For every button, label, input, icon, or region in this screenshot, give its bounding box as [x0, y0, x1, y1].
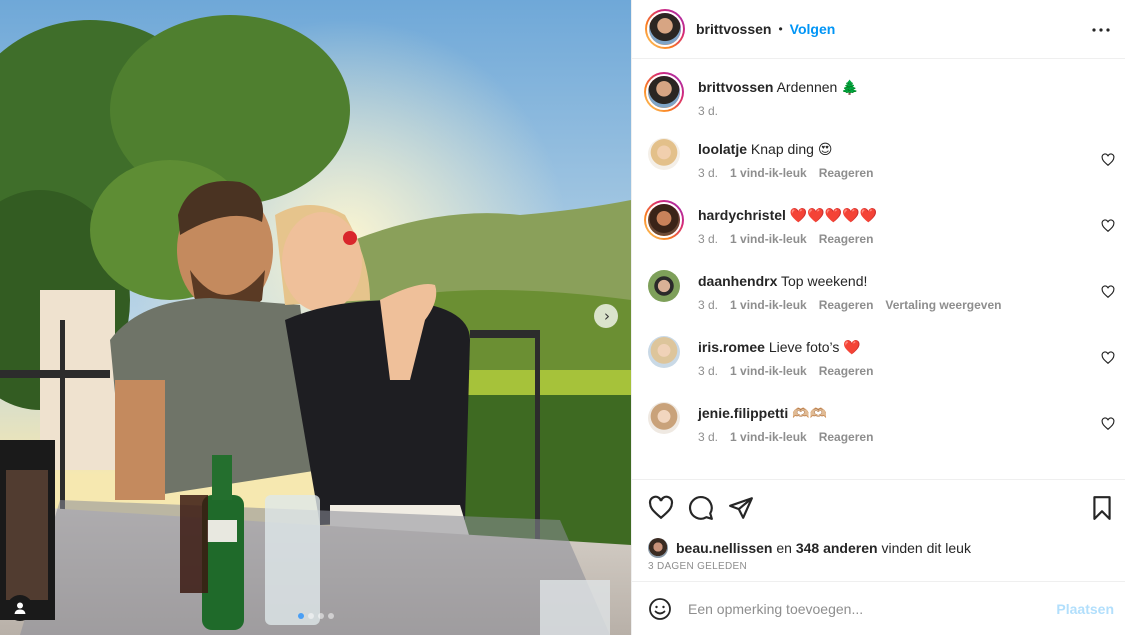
post-sidebar: brittvossen • Volgen brittvossen Ardenne…: [631, 0, 1125, 635]
comment-text: 🫶🏼🫶🏼: [792, 405, 827, 421]
comment-age: 3 d.: [698, 430, 719, 444]
commenter-avatar[interactable]: [648, 402, 680, 434]
comment-username[interactable]: loolatje: [698, 141, 747, 157]
comment-text: Lieve foto’s ❤️: [768, 339, 861, 355]
share-send-icon[interactable]: [728, 495, 754, 521]
post-caption: brittvossen Ardennen 🌲 3 d.: [632, 71, 1125, 133]
commenter-avatar[interactable]: [648, 138, 680, 170]
heart-icon[interactable]: [1101, 351, 1115, 365]
separator-dot: •: [778, 22, 783, 36]
follow-button[interactable]: Volgen: [790, 21, 836, 37]
chevron-right-icon: ›: [604, 306, 610, 325]
reply-button[interactable]: Reageren: [819, 166, 874, 180]
comment-text: Knap ding 😍: [750, 141, 833, 157]
reply-button[interactable]: Reageren: [819, 430, 874, 444]
commenter-avatar[interactable]: [648, 336, 680, 368]
heart-icon[interactable]: [1101, 285, 1115, 299]
next-slide-button[interactable]: ›: [594, 304, 618, 328]
commenter-avatar[interactable]: [648, 270, 680, 302]
carousel-dot: [297, 613, 304, 619]
carousel-dot: [317, 613, 324, 619]
comment-item: daanhendrx Top weekend! 3 d. 1 vind-ik-l…: [632, 265, 1125, 331]
caption-age: 3 d.: [698, 104, 719, 118]
like-heart-icon[interactable]: [648, 495, 674, 521]
comment-likes[interactable]: 1 vind-ik-leuk: [730, 430, 807, 444]
likes-connector: en: [776, 540, 792, 556]
comment-likes[interactable]: 1 vind-ik-leuk: [730, 298, 807, 312]
translate-button[interactable]: Vertaling weergeven: [885, 298, 1001, 312]
heart-icon[interactable]: [1101, 219, 1115, 233]
post-date: 3 DAGEN GELEDEN: [648, 561, 747, 572]
comment-item: hardychristel ❤️❤️❤️❤️❤️ 3 d. 1 vind-ik-…: [632, 199, 1125, 265]
comment-age: 3 d.: [698, 298, 719, 312]
comment-item: loolatje Knap ding 😍 3 d. 1 vind-ik-leuk…: [632, 133, 1125, 199]
reply-button[interactable]: Reageren: [819, 298, 874, 312]
reply-button[interactable]: Reageren: [819, 364, 874, 378]
comment-text: Top weekend!: [781, 273, 868, 289]
comment-likes[interactable]: 1 vind-ik-leuk: [730, 232, 807, 246]
emoji-icon[interactable]: [648, 597, 672, 621]
caption-avatar[interactable]: [644, 72, 684, 112]
comment-item: iris.romee Lieve foto’s ❤️ 3 d. 1 vind-i…: [632, 331, 1125, 397]
caption-username[interactable]: brittvossen: [698, 79, 773, 95]
comment-item: jenie.filippetti 🫶🏼🫶🏼 3 d. 1 vind-ik-leu…: [632, 397, 1125, 463]
heart-icon[interactable]: [1101, 417, 1115, 431]
comment-username[interactable]: jenie.filippetti: [698, 405, 788, 421]
likes-summary: beau.nellissen en 348 anderen vinden dit…: [632, 535, 1125, 561]
liker-username[interactable]: beau.nellissen: [676, 540, 772, 556]
caption-text: Ardennen 🌲: [776, 79, 859, 95]
comment-age: 3 d.: [698, 232, 719, 246]
author-username[interactable]: brittvossen: [696, 21, 771, 37]
comment-username[interactable]: daanhendrx: [698, 273, 777, 289]
commenter-avatar[interactable]: [644, 200, 684, 240]
add-comment-bar: Plaatsen: [632, 581, 1125, 635]
comment-username[interactable]: hardychristel: [698, 207, 786, 223]
comment-text: ❤️❤️❤️❤️❤️: [789, 207, 877, 223]
photo-scene: [0, 0, 631, 635]
likes-others[interactable]: 348 anderen: [796, 540, 878, 556]
post-header: brittvossen • Volgen: [632, 0, 1125, 59]
comment-likes[interactable]: 1 vind-ik-leuk: [730, 364, 807, 378]
carousel-dots: [0, 613, 631, 619]
more-options-icon[interactable]: [1091, 20, 1111, 40]
comment-username[interactable]: iris.romee: [698, 339, 765, 355]
comment-age: 3 d.: [698, 364, 719, 378]
post-comment-button[interactable]: Plaatsen: [1056, 601, 1114, 617]
comment-age: 3 d.: [698, 166, 719, 180]
bookmark-icon[interactable]: [1089, 495, 1115, 521]
likes-suffix: vinden dit leuk: [881, 540, 971, 556]
author-avatar[interactable]: [645, 9, 685, 49]
liker-avatar[interactable]: [648, 538, 668, 558]
comment-input[interactable]: [688, 600, 1028, 617]
comment-likes[interactable]: 1 vind-ik-leuk: [730, 166, 807, 180]
heart-icon[interactable]: [1101, 153, 1115, 167]
reply-button[interactable]: Reageren: [819, 232, 874, 246]
comment-bubble-icon[interactable]: [688, 495, 714, 521]
carousel-dot: [307, 613, 314, 619]
post-actions: [632, 479, 1125, 535]
carousel-dot: [327, 613, 334, 619]
comments-list: brittvossen Ardennen 🌲 3 d. loolatje Kna…: [632, 59, 1125, 479]
post-photo[interactable]: ›: [0, 0, 631, 635]
